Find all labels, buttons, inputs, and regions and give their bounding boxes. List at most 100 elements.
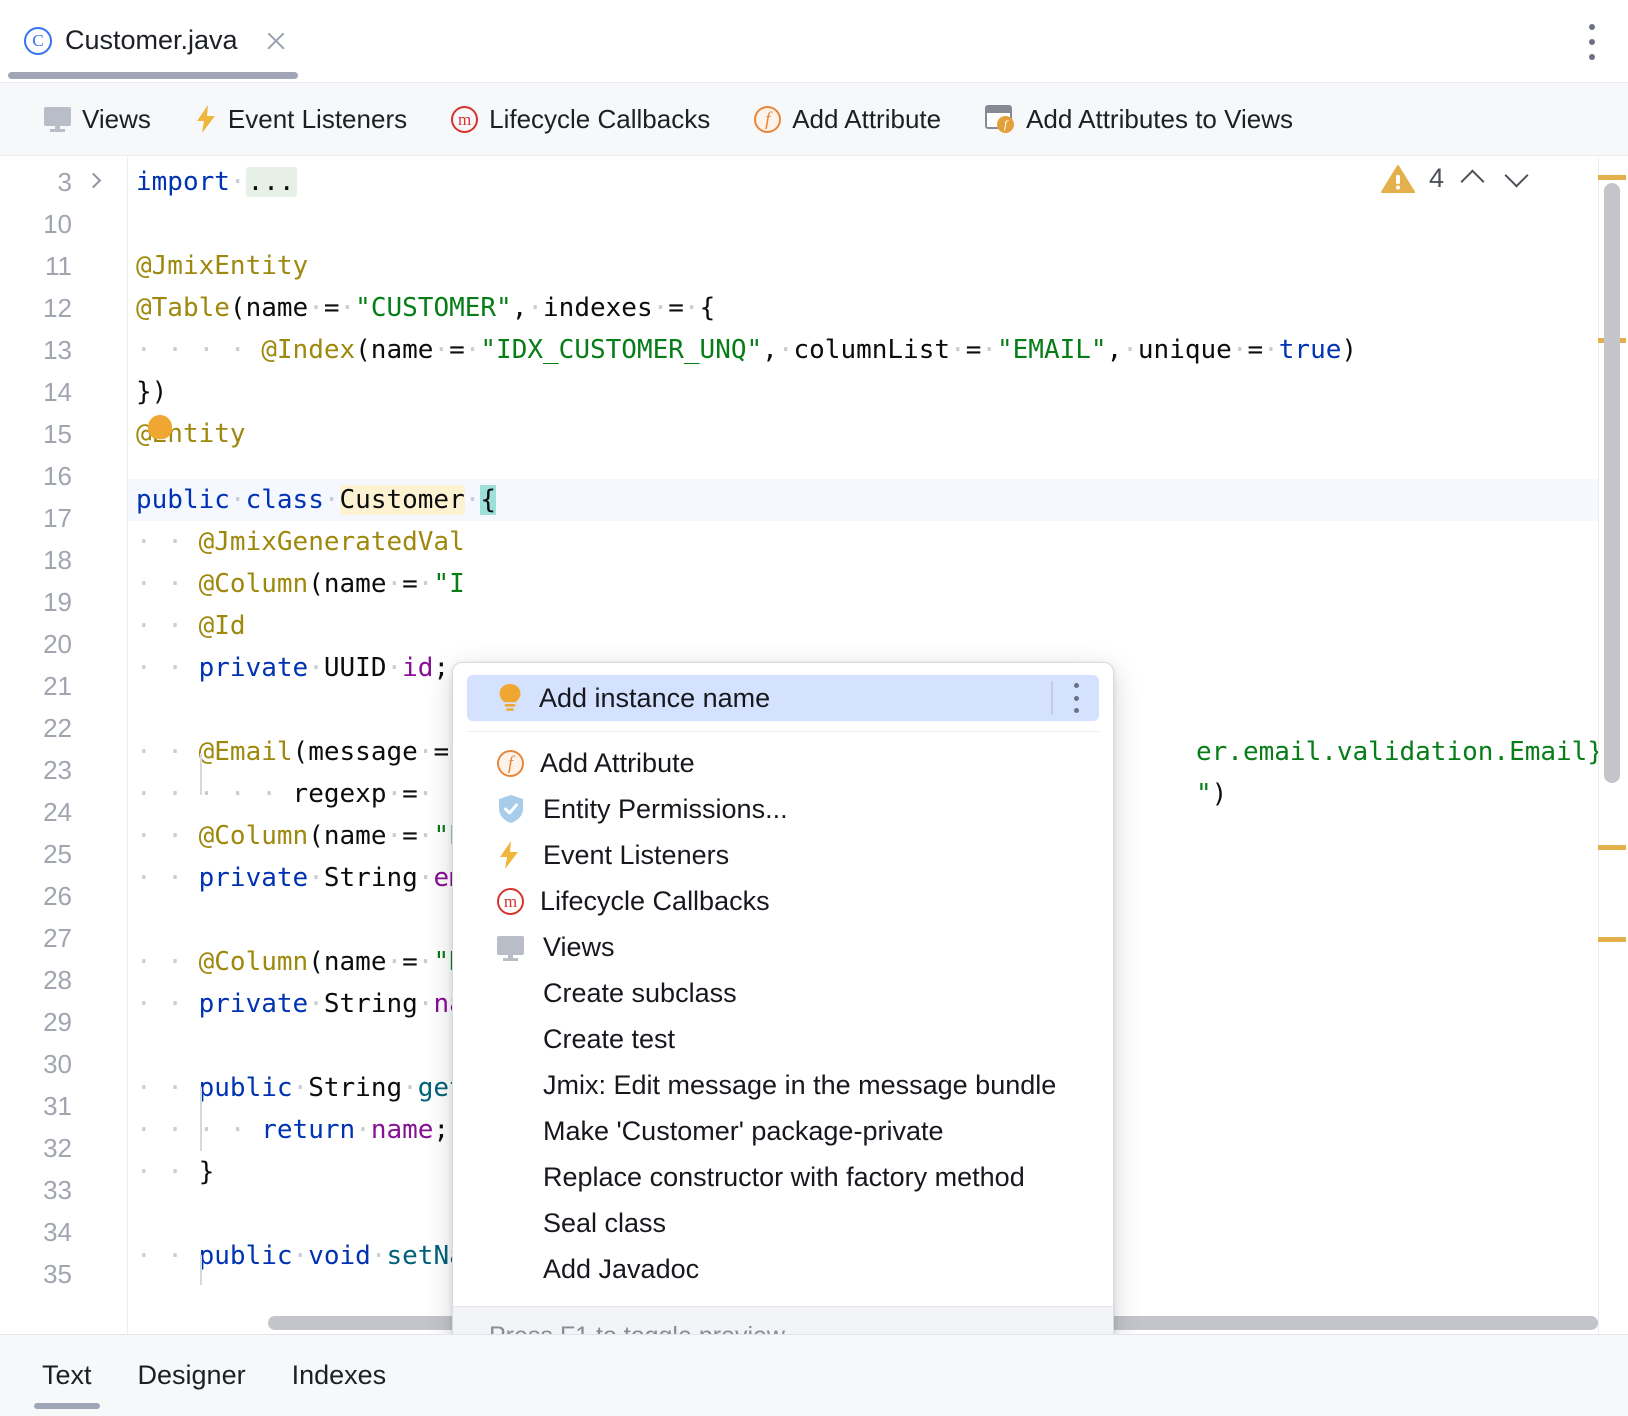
lightbulb-icon [497, 683, 523, 713]
menu-item-add-javadoc[interactable]: Add Javadoc [467, 1246, 1099, 1292]
line-number: 31 [43, 1085, 72, 1127]
no-icon-placeholder [497, 1070, 527, 1100]
no-icon-placeholder [497, 1162, 527, 1192]
toolbar-item-views[interactable]: Views [44, 104, 151, 135]
code-line-18: · · @Column(name·=·"I [128, 563, 465, 605]
line-number: 23 [43, 749, 72, 791]
no-icon-placeholder [497, 1208, 527, 1238]
tab-text[interactable]: Text [42, 1335, 92, 1416]
menu-item-label: Create subclass [543, 978, 737, 1009]
menu-item-jmix-edit-message[interactable]: Jmix: Edit message in the message bundle [467, 1062, 1099, 1108]
monitor-icon [497, 934, 527, 960]
code-line-22-tail: er.email.validation.Email}", [1188, 731, 1628, 773]
menu-item-add-attribute[interactable]: f Add Attribute [467, 740, 1099, 786]
line-number: 17 [43, 497, 72, 539]
code-line-27: · · @Column(name·=·"N [128, 941, 465, 983]
error-stripe-marker[interactable] [1598, 845, 1626, 850]
menu-item-label: Jmix: Edit message in the message bundle [543, 1070, 1056, 1101]
line-number-gutter[interactable]: 3 10 11 12 13 14 15 16 17 18 19 20 21 22… [0, 157, 128, 1334]
menu-item-label: Add Attribute [540, 748, 695, 779]
code-line-32: · · } [128, 1151, 214, 1193]
line-number: 34 [43, 1211, 72, 1253]
vertical-scrollbar-thumb[interactable] [1604, 183, 1620, 783]
chevron-down-icon[interactable] [1502, 164, 1532, 194]
inspection-widget[interactable]: 4 [1381, 163, 1532, 194]
intention-actions-popup[interactable]: Add instance name f Add Attribute [452, 662, 1114, 1334]
menu-item-replace-constructor-with-factory-method[interactable]: Replace constructor with factory method [467, 1154, 1099, 1200]
menu-item-label: Create test [543, 1024, 675, 1055]
code-line-31: · · · · return·name; [128, 1109, 449, 1151]
menu-item-event-listeners[interactable]: Event Listeners [467, 832, 1099, 878]
toolbar-item-label: Add Attributes to Views [1026, 104, 1293, 135]
line-number: 15 [43, 413, 72, 455]
close-icon[interactable] [263, 28, 289, 54]
intention-actions-list: Add instance name f Add Attribute [453, 663, 1113, 1292]
menu-item-create-subclass[interactable]: Create subclass [467, 970, 1099, 1016]
window-with-f-badge-icon: f [985, 105, 1015, 133]
editor-tab-customer-java[interactable]: C Customer.java [0, 0, 311, 81]
menu-item-add-instance-name[interactable]: Add instance name [467, 675, 1099, 721]
menu-item-label: Add Javadoc [543, 1254, 699, 1285]
tab-indexes[interactable]: Indexes [292, 1335, 387, 1416]
code-editor[interactable]: 3 10 11 12 13 14 15 16 17 18 19 20 21 22… [0, 157, 1628, 1334]
line-number: 22 [43, 707, 72, 749]
code-line-28: · · private·String·na [128, 983, 465, 1025]
circle-f-icon: f [497, 750, 524, 777]
error-stripe-marker[interactable] [1598, 937, 1626, 942]
editor-tab-bar: C Customer.java [0, 0, 1628, 83]
menu-item-label: Views [543, 932, 615, 963]
no-icon-placeholder [497, 1024, 527, 1054]
code-line-3: import·... [128, 161, 297, 203]
code-line-20: · · private·UUID·id; [128, 647, 449, 689]
line-number: 24 [43, 791, 72, 833]
circle-f-icon: f [754, 106, 781, 133]
toolbar-item-add-attributes-to-views[interactable]: f Add Attributes to Views [985, 104, 1293, 135]
lightbulb-hint-marker[interactable] [148, 415, 172, 445]
menu-item-seal-class[interactable]: Seal class [467, 1200, 1099, 1246]
toolbar-item-lifecycle-callbacks[interactable]: m Lifecycle Callbacks [451, 104, 710, 135]
menu-item-views[interactable]: Views [467, 924, 1099, 970]
no-icon-placeholder [497, 978, 527, 1008]
menu-item-entity-permissions[interactable]: Entity Permissions... [467, 786, 1099, 832]
warning-triangle-icon [1381, 164, 1415, 194]
code-line-13: · · · · @Index(name·=·"IDX_CUSTOMER_UNQ"… [128, 329, 1357, 371]
menu-item-lifecycle-callbacks[interactable]: m Lifecycle Callbacks [467, 878, 1099, 924]
line-number: 30 [43, 1043, 72, 1085]
line-number: 3 [58, 161, 72, 203]
code-line-15: @Entity [128, 413, 246, 455]
java-class-icon: C [24, 27, 52, 55]
code-line-16: public·class·Customer·{ [128, 479, 496, 521]
editor-bottom-tabs: Text Designer Indexes [0, 1334, 1628, 1416]
chevron-right-fold-icon[interactable] [84, 171, 102, 193]
code-line-11: @JmixEntity [128, 245, 308, 287]
line-number: 19 [43, 581, 72, 623]
code-line-22: · · @Email(message·=· [128, 731, 465, 773]
line-number: 10 [43, 203, 72, 245]
code-line-30: · · public·String·get [128, 1067, 465, 1109]
no-icon-placeholder [497, 1116, 527, 1146]
kebab-menu-icon[interactable] [1582, 24, 1602, 60]
menu-item-label: Entity Permissions... [543, 794, 788, 825]
menu-item-make-package-private[interactable]: Make 'Customer' package-private [467, 1108, 1099, 1154]
menu-item-create-test[interactable]: Create test [467, 1016, 1099, 1062]
toolbar-item-label: Views [82, 104, 151, 135]
chevron-up-icon[interactable] [1458, 164, 1488, 194]
line-number: 28 [43, 959, 72, 1001]
menu-item-separator [1051, 681, 1053, 715]
line-number: 13 [43, 329, 72, 371]
vertical-scrollbar[interactable] [1598, 157, 1628, 1334]
line-number: 29 [43, 1001, 72, 1043]
line-number: 12 [43, 287, 72, 329]
tab-active-underline [8, 72, 298, 79]
tab-designer[interactable]: Designer [138, 1335, 246, 1416]
kebab-menu-icon[interactable] [1067, 683, 1085, 713]
menu-item-label: Lifecycle Callbacks [540, 886, 770, 917]
error-stripe-marker[interactable] [1598, 175, 1626, 180]
tab-label: Designer [138, 1360, 246, 1391]
toolbar-item-event-listeners[interactable]: Event Listeners [195, 104, 407, 135]
code-line-23-tail: ") [1188, 773, 1227, 815]
menu-item-label: Seal class [543, 1208, 666, 1239]
toolbar-item-add-attribute[interactable]: f Add Attribute [754, 104, 941, 135]
line-number: 32 [43, 1127, 72, 1169]
line-number: 35 [43, 1253, 72, 1295]
